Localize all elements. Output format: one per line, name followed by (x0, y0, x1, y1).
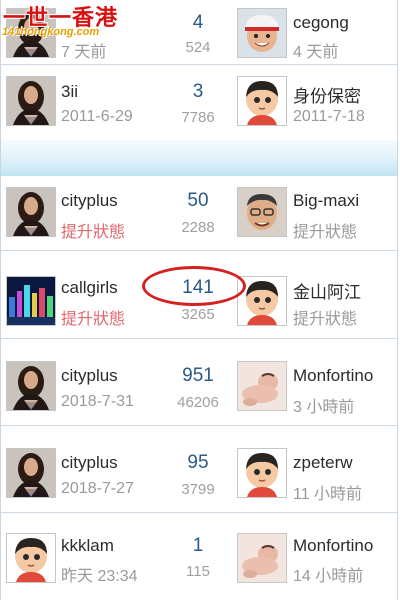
left-user-name[interactable]: kkklam (61, 536, 114, 556)
view-count: 524 (185, 39, 211, 56)
right-user-time: 14 小時前 (293, 568, 364, 585)
reply-count[interactable]: 951 (163, 365, 233, 387)
left-user-name[interactable]: 3ii (61, 82, 78, 102)
default-avatar-icon[interactable] (237, 76, 287, 126)
kid-cap-icon[interactable] (237, 8, 287, 58)
baby-photo-icon[interactable] (237, 361, 287, 411)
right-user-name[interactable]: cegong (293, 13, 349, 33)
left-user-name[interactable]: callgirls (61, 278, 118, 298)
cityscape-icon[interactable] (6, 276, 56, 326)
left-user-name[interactable]: cityplus (61, 366, 118, 386)
view-count: 3799 (181, 481, 215, 498)
reply-count[interactable]: 50 (163, 190, 233, 212)
section-divider (1, 140, 397, 176)
list-item[interactable]: 3ii 2011-6-29 3 7786 身份保密 2011-7-18 (1, 65, 397, 139)
view-count: 2288 (181, 219, 215, 236)
woman-icon[interactable] (6, 448, 56, 498)
left-user-time: 昨天 23:34 (61, 568, 138, 585)
woman-icon[interactable] (6, 76, 56, 126)
list-item[interactable]: cityplus 2018-7-27 95 3799 zpeterw 11 小時… (1, 426, 397, 511)
view-count: 7786 (181, 109, 215, 126)
right-user-time: 3 小時前 (293, 399, 355, 416)
man-glasses-icon[interactable] (237, 187, 287, 237)
right-user-time: 4 天前 (293, 44, 339, 61)
left-user-name[interactable]: cityplus (61, 191, 118, 211)
reply-count[interactable]: 1 (163, 535, 233, 557)
right-user-time: 11 小時前 (293, 486, 363, 503)
reply-count[interactable]: 3 (163, 81, 233, 103)
reply-count[interactable]: 95 (163, 452, 233, 474)
right-user-name[interactable]: Big-maxi (293, 191, 359, 211)
baby-photo-icon[interactable] (237, 533, 287, 583)
default-avatar-icon[interactable] (237, 448, 287, 498)
right-user-time: 2011-7-18 (293, 108, 365, 125)
right-user-name[interactable]: 金山阿江 (293, 278, 361, 303)
left-user-status: 提升狀態 (61, 311, 126, 328)
list-item[interactable]: kkklam 昨天 23:34 1 115 Monfortino 14 小時前 (1, 513, 397, 600)
left-user-time: 2018-7-31 (61, 393, 134, 410)
right-user-name[interactable]: Monfortino (293, 536, 373, 556)
left-user-name[interactable]: cityplus (61, 453, 118, 473)
view-count: 115 (186, 563, 210, 580)
list-item[interactable]: cityplus 2018-7-31 951 46206 Monfortino … (1, 339, 397, 424)
left-user-status: 提升狀態 (61, 224, 126, 241)
right-user-name[interactable]: Monfortino (293, 366, 373, 386)
left-user-time: 2011-6-29 (61, 108, 133, 125)
right-user-name[interactable]: zpeterw (293, 453, 353, 473)
left-user-time: 2018-7-27 (61, 480, 134, 497)
right-user-status: 提升狀態 (293, 224, 358, 241)
frame-right-border (397, 0, 398, 600)
view-count: 3265 (181, 306, 215, 323)
woman-icon[interactable] (6, 187, 56, 237)
highlight-circle-annotation (142, 266, 246, 306)
right-user-status: 提升狀態 (293, 311, 358, 328)
view-count: 46206 (177, 394, 219, 411)
list-item[interactable]: cityplus 提升狀態 50 2288 Big-maxi 提升狀態 (1, 177, 397, 249)
right-user-name[interactable]: 身份保密 (293, 82, 361, 107)
reply-count[interactable]: 4 (163, 12, 233, 34)
site-logo[interactable]: 一世一香港 141hongkong.com (0, 0, 128, 42)
woman-icon[interactable] (6, 361, 56, 411)
logo-domain: 141hongkong.com (2, 26, 100, 38)
default-avatar-icon[interactable] (6, 533, 56, 583)
